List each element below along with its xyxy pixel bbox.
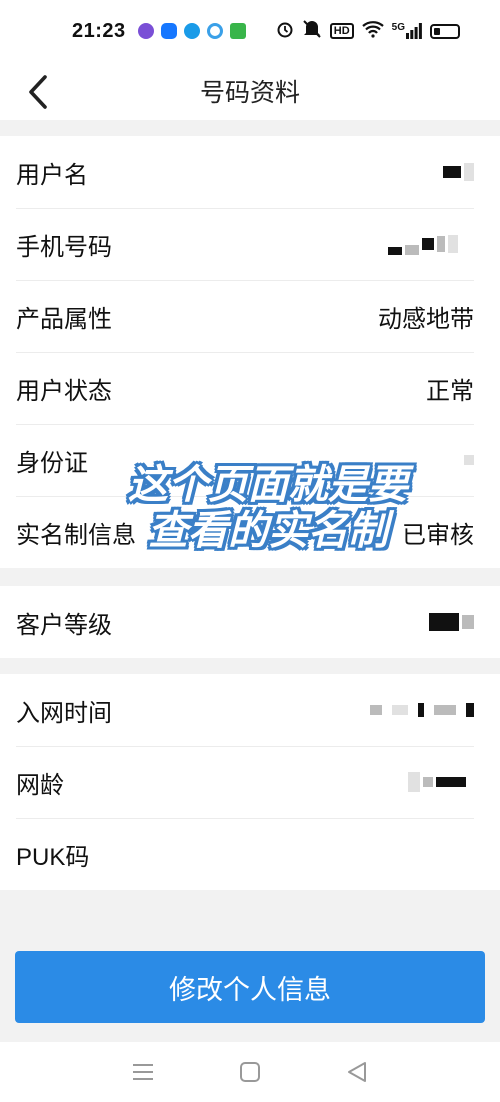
menu-icon (133, 1064, 154, 1080)
row-username: 用户名 (0, 136, 500, 208)
username-label: 用户名 (16, 161, 88, 189)
id-card-label: 身份证 (16, 449, 88, 477)
home-button[interactable] (230, 1052, 270, 1092)
circle-app-icon (206, 23, 223, 39)
network-age-label: 网龄 (16, 771, 64, 799)
page-title: 号码资料 (199, 79, 300, 107)
username-value-redacted (443, 163, 474, 181)
row-product-type: 产品属性 动感地带 (0, 280, 500, 352)
phone-number-value-redacted (388, 233, 458, 255)
customer-level-value-redacted (429, 613, 474, 631)
user-status-label: 用户状态 (16, 377, 112, 405)
status-time: 21:23 (72, 19, 126, 42)
overlay-caption-line1: 这个页面就是要 (128, 463, 408, 507)
header: 号码资料 (0, 62, 500, 120)
customer-level-section: 客户等级 (0, 586, 500, 658)
id-card-value-redacted (464, 455, 474, 465)
row-join-date: 入网时间 (0, 674, 500, 746)
play-app-icon (229, 23, 246, 39)
network-age-value-redacted (408, 772, 466, 792)
system-status-icons: HD 5G (276, 20, 460, 42)
row-user-status: 用户状态 正常 (0, 352, 500, 424)
network-type-label: 5G (391, 22, 405, 33)
wifi-icon (361, 20, 384, 42)
signal-icon: 5G (392, 23, 422, 39)
hd-icon: HD (329, 23, 354, 39)
join-date-value-redacted (370, 703, 474, 717)
row-phone-number: 手机号码 (0, 208, 500, 280)
user-status-value: 正常 (426, 377, 474, 405)
phone-number-label: 手机号码 (16, 233, 112, 261)
join-date-label: 入网时间 (16, 699, 112, 727)
notification-icons (137, 23, 246, 39)
network-info-section: 入网时间 网龄 PUK码 (0, 674, 500, 890)
back-button[interactable] (18, 70, 58, 114)
edit-profile-button[interactable]: 修改个人信息 (15, 951, 485, 1023)
row-puk-code: PUK码 (0, 818, 500, 890)
product-type-value: 动感地带 (378, 305, 474, 333)
status-bar: 21:23 HD 5G (0, 0, 500, 62)
row-network-age: 网龄 (0, 746, 500, 818)
alipay-icon (160, 23, 177, 39)
battery-icon (430, 23, 460, 39)
system-navigation-bar (0, 1042, 500, 1102)
row-customer-level: 客户等级 (0, 586, 500, 658)
browser-icon (183, 23, 200, 39)
mute-icon (302, 20, 322, 42)
system-back-button[interactable] (337, 1052, 377, 1092)
customer-level-label: 客户等级 (16, 611, 112, 639)
chevron-left-icon (29, 75, 47, 109)
overlay-caption: 这个页面就是要 查看的实名制 (118, 462, 418, 554)
alarm-icon (276, 20, 294, 42)
chat-app-icon (137, 23, 154, 39)
overlay-caption-line2: 查看的实名制 (148, 509, 388, 553)
home-square-icon (239, 1062, 260, 1082)
menu-button[interactable] (123, 1052, 163, 1092)
back-triangle-icon (347, 1062, 366, 1082)
product-type-label: 产品属性 (16, 305, 112, 333)
puk-code-label: PUK码 (16, 843, 90, 871)
